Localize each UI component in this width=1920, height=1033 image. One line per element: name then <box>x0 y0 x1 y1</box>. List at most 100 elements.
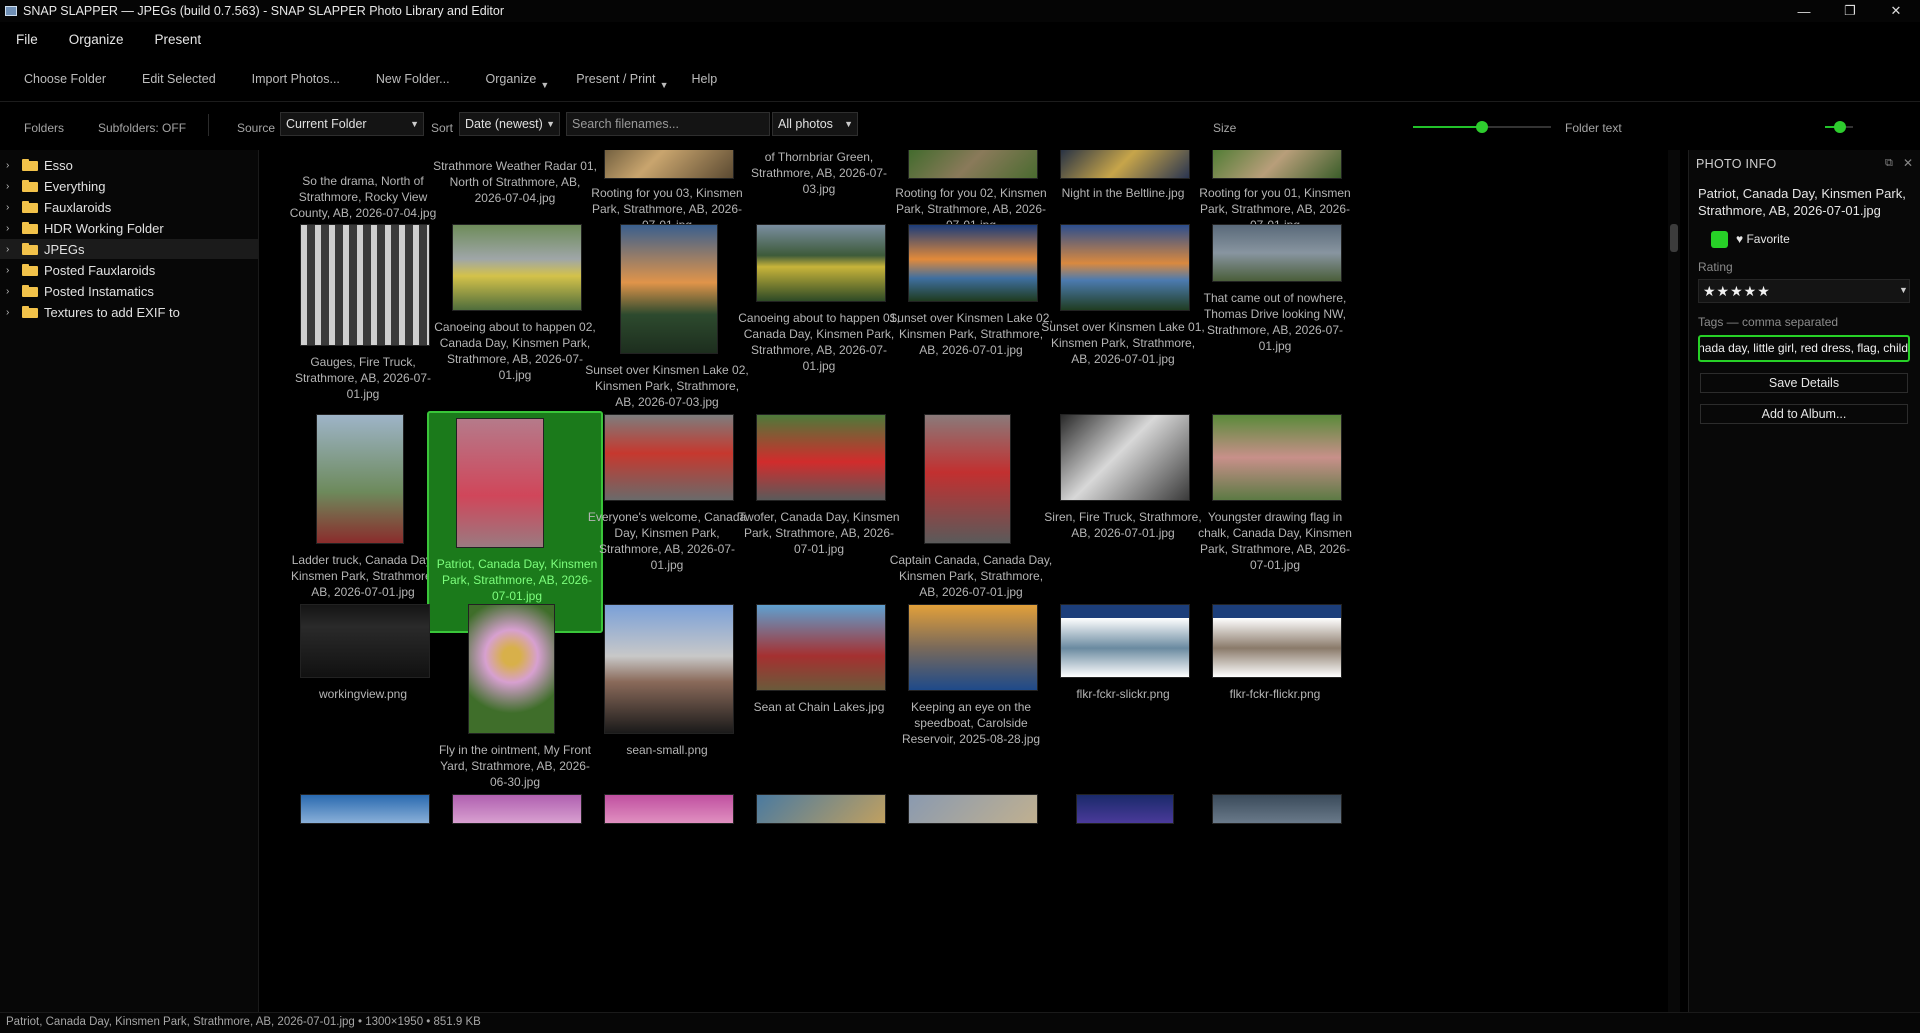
photo-tile[interactable]: Fly in the ointment, My Front Yard, Stra… <box>427 601 603 823</box>
photo-thumbnail[interactable] <box>620 224 718 354</box>
photo-thumbnail[interactable] <box>908 150 1038 179</box>
chevron-right-icon[interactable]: › <box>6 181 14 192</box>
photo-thumbnail[interactable] <box>1076 794 1174 824</box>
photo-thumbnail[interactable] <box>908 604 1038 691</box>
grid-scrollbar-thumb[interactable] <box>1670 224 1678 252</box>
photo-tile[interactable] <box>275 791 451 1013</box>
photo-thumbnail[interactable] <box>908 794 1038 824</box>
photo-tile[interactable]: Captain Canada, Canada Day, Kinsmen Park… <box>883 411 1059 633</box>
sidebar-item-folder[interactable]: › Posted Instamatics <box>0 281 258 301</box>
import-photos-button[interactable]: Import Photos... <box>216 72 340 86</box>
subfolders-toggle[interactable]: Subfolders: OFF <box>98 121 186 135</box>
rating-select[interactable]: ★★★★★ <box>1698 279 1910 303</box>
chevron-right-icon[interactable]: › <box>6 265 14 276</box>
photo-tile[interactable]: Ladder truck, Canada Day, Kinsmen Park, … <box>275 411 451 633</box>
undock-icon[interactable]: ⧉ <box>1885 157 1893 170</box>
photo-tile[interactable]: sean-small.png <box>579 601 755 823</box>
photo-tile[interactable]: Twofer, Canada Day, Kinsmen Park, Strath… <box>731 411 907 633</box>
photo-tile[interactable]: That came out of nowhere, Thomas Drive l… <box>1187 221 1363 443</box>
photo-tile[interactable]: Sunset over Kinsmen Lake 02, Kinsmen Par… <box>883 221 1059 443</box>
photo-tile[interactable]: Keeping an eye on the speedboat, Carolsi… <box>883 601 1059 823</box>
photo-thumbnail[interactable] <box>1060 414 1190 501</box>
save-details-button[interactable]: Save Details <box>1700 373 1908 393</box>
photo-thumbnail[interactable] <box>300 224 430 346</box>
photo-tile[interactable]: Sean at Chain Lakes.jpg <box>731 601 907 823</box>
photo-thumbnail[interactable] <box>1060 224 1190 311</box>
close-button[interactable]: ✕ <box>1874 0 1918 22</box>
photo-tile[interactable] <box>731 791 907 1013</box>
photo-thumbnail[interactable] <box>452 794 582 824</box>
chevron-right-icon[interactable]: › <box>6 286 14 297</box>
photo-tile[interactable]: flkr-fckr-flickr.png <box>1187 601 1363 823</box>
sort-select[interactable]: Date (newest) ▼ <box>459 112 560 136</box>
sidebar-item-folder[interactable]: › HDR Working Folder <box>0 218 258 238</box>
photo-tile[interactable]: Sunset over Kinsmen Lake 01, Kinsmen Par… <box>1035 221 1211 443</box>
photo-thumbnail[interactable] <box>1212 224 1342 282</box>
photo-tile[interactable] <box>579 791 755 1013</box>
photo-filter-select[interactable]: All photos ▼ <box>772 112 858 136</box>
photo-tile[interactable]: Sunset over Kinsmen Lake 02, Kinsmen Par… <box>579 221 755 443</box>
choose-folder-button[interactable]: Choose Folder <box>0 72 106 86</box>
photo-thumbnail[interactable] <box>456 418 544 548</box>
photo-tile[interactable]: Patriot, Canada Day, Kinsmen Park, Strat… <box>427 411 603 633</box>
source-select[interactable]: Current Folder ▼ <box>280 112 424 136</box>
chevron-right-icon[interactable]: › <box>6 202 14 213</box>
photo-tile[interactable] <box>427 791 603 1013</box>
tags-input[interactable]: Canada day, little girl, red dress, flag… <box>1698 335 1910 362</box>
chevron-right-icon[interactable]: › <box>6 307 14 318</box>
photo-thumbnail[interactable] <box>756 224 886 302</box>
photo-thumbnail[interactable] <box>316 414 404 544</box>
photo-thumbnail[interactable] <box>604 150 734 179</box>
grid-scrollbar[interactable] <box>1668 150 1680 1012</box>
chevron-right-icon[interactable]: › <box>6 160 14 171</box>
search-input[interactable]: Search filenames... <box>566 112 770 136</box>
photo-thumbnail[interactable] <box>604 604 734 734</box>
photo-thumbnail[interactable] <box>604 794 734 824</box>
photo-thumbnail[interactable] <box>1212 604 1342 678</box>
sidebar-item-folder[interactable]: › Fauxlaroids <box>0 197 258 217</box>
menu-present[interactable]: Present <box>138 32 216 47</box>
help-button[interactable]: Help <box>655 72 717 86</box>
chevron-right-icon[interactable]: › <box>6 244 14 255</box>
photo-tile[interactable]: Canoeing about to happen 02, Canada Day,… <box>427 221 603 443</box>
photo-thumbnail[interactable] <box>1212 794 1342 824</box>
maximize-button[interactable]: ❐ <box>1828 0 1872 22</box>
photo-tile[interactable]: Youngster drawing flag in chalk, Canada … <box>1187 411 1363 633</box>
close-panel-icon[interactable]: ✕ <box>1903 156 1913 170</box>
photo-thumbnail[interactable] <box>452 224 582 311</box>
organize-dropdown[interactable]: Organize ▼ <box>450 72 550 90</box>
menu-organize[interactable]: Organize <box>52 32 138 47</box>
favorite-checkbox[interactable] <box>1711 231 1728 248</box>
photo-tile[interactable]: Canoeing about to happen 01, Canada Day,… <box>731 221 907 443</box>
photo-thumbnail[interactable] <box>1212 150 1342 179</box>
size-slider-knob[interactable] <box>1476 121 1488 133</box>
photo-thumbnail[interactable] <box>1212 414 1342 501</box>
sidebar-item-folder[interactable]: › Esso <box>0 155 258 175</box>
photo-tile[interactable]: Gauges, Fire Truck, Strathmore, AB, 2026… <box>275 221 451 443</box>
photo-thumbnail[interactable] <box>908 224 1038 302</box>
folder-text-slider-knob[interactable] <box>1834 121 1846 133</box>
photo-thumbnail[interactable] <box>1060 150 1190 179</box>
photo-thumbnail[interactable] <box>604 414 734 501</box>
menu-file[interactable]: File <box>0 32 52 47</box>
new-folder-button[interactable]: New Folder... <box>340 72 450 86</box>
photo-thumbnail[interactable] <box>924 414 1011 544</box>
photo-tile[interactable]: workingview.png <box>275 601 451 823</box>
folders-toggle[interactable]: Folders <box>24 121 64 135</box>
photo-tile[interactable]: Siren, Fire Truck, Strathmore, AB, 2026-… <box>1035 411 1211 633</box>
photo-thumbnail[interactable] <box>300 604 430 678</box>
minimize-button[interactable]: — <box>1782 0 1826 22</box>
photo-tile[interactable] <box>883 791 1059 1013</box>
sidebar-item-folder[interactable]: › Posted Fauxlaroids <box>0 260 258 280</box>
photo-thumbnail[interactable] <box>468 604 555 734</box>
sidebar-item-folder[interactable]: › Textures to add EXIF to <box>0 302 258 322</box>
photo-thumbnail[interactable] <box>300 794 430 824</box>
photo-tile[interactable] <box>1187 791 1363 1013</box>
photo-tile[interactable]: Everyone's welcome, Canada Day, Kinsmen … <box>579 411 755 633</box>
sidebar-item-folder[interactable]: › Everything <box>0 176 258 196</box>
sidebar-item-folder[interactable]: › JPEGs <box>0 239 258 259</box>
photo-thumbnail[interactable] <box>756 414 886 501</box>
add-to-album-button[interactable]: Add to Album... <box>1700 404 1908 424</box>
photo-tile[interactable] <box>1035 791 1211 1013</box>
chevron-right-icon[interactable]: › <box>6 223 14 234</box>
